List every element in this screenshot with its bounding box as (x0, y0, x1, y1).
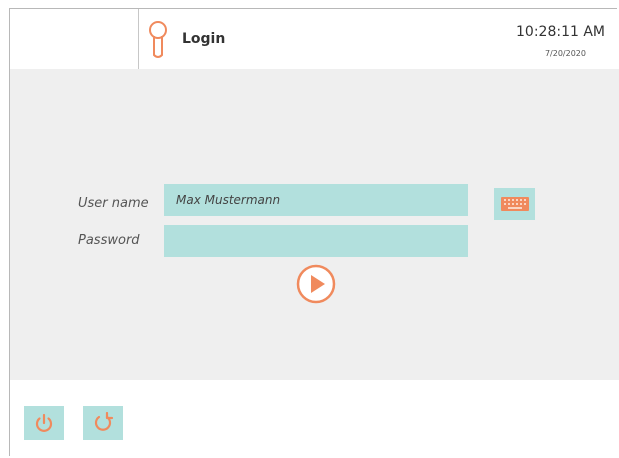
power-button[interactable] (24, 406, 64, 440)
clock-date: 7/20/2020 (544, 49, 586, 58)
power-icon (35, 413, 53, 432)
password-input[interactable] (164, 225, 468, 257)
keyboard-button[interactable] (494, 188, 535, 220)
restart-icon (94, 412, 114, 431)
page-title: Login (182, 31, 226, 47)
clock-time: 10:28:11 AM (516, 24, 605, 40)
key-icon (149, 21, 167, 58)
username-input[interactable] (164, 184, 468, 216)
keyboard-icon (500, 197, 529, 211)
submit-play-button[interactable] (296, 264, 336, 304)
password-label: Password (78, 233, 140, 248)
username-label: User name (78, 196, 149, 211)
header-divider (138, 9, 139, 69)
restart-button[interactable] (83, 406, 123, 440)
